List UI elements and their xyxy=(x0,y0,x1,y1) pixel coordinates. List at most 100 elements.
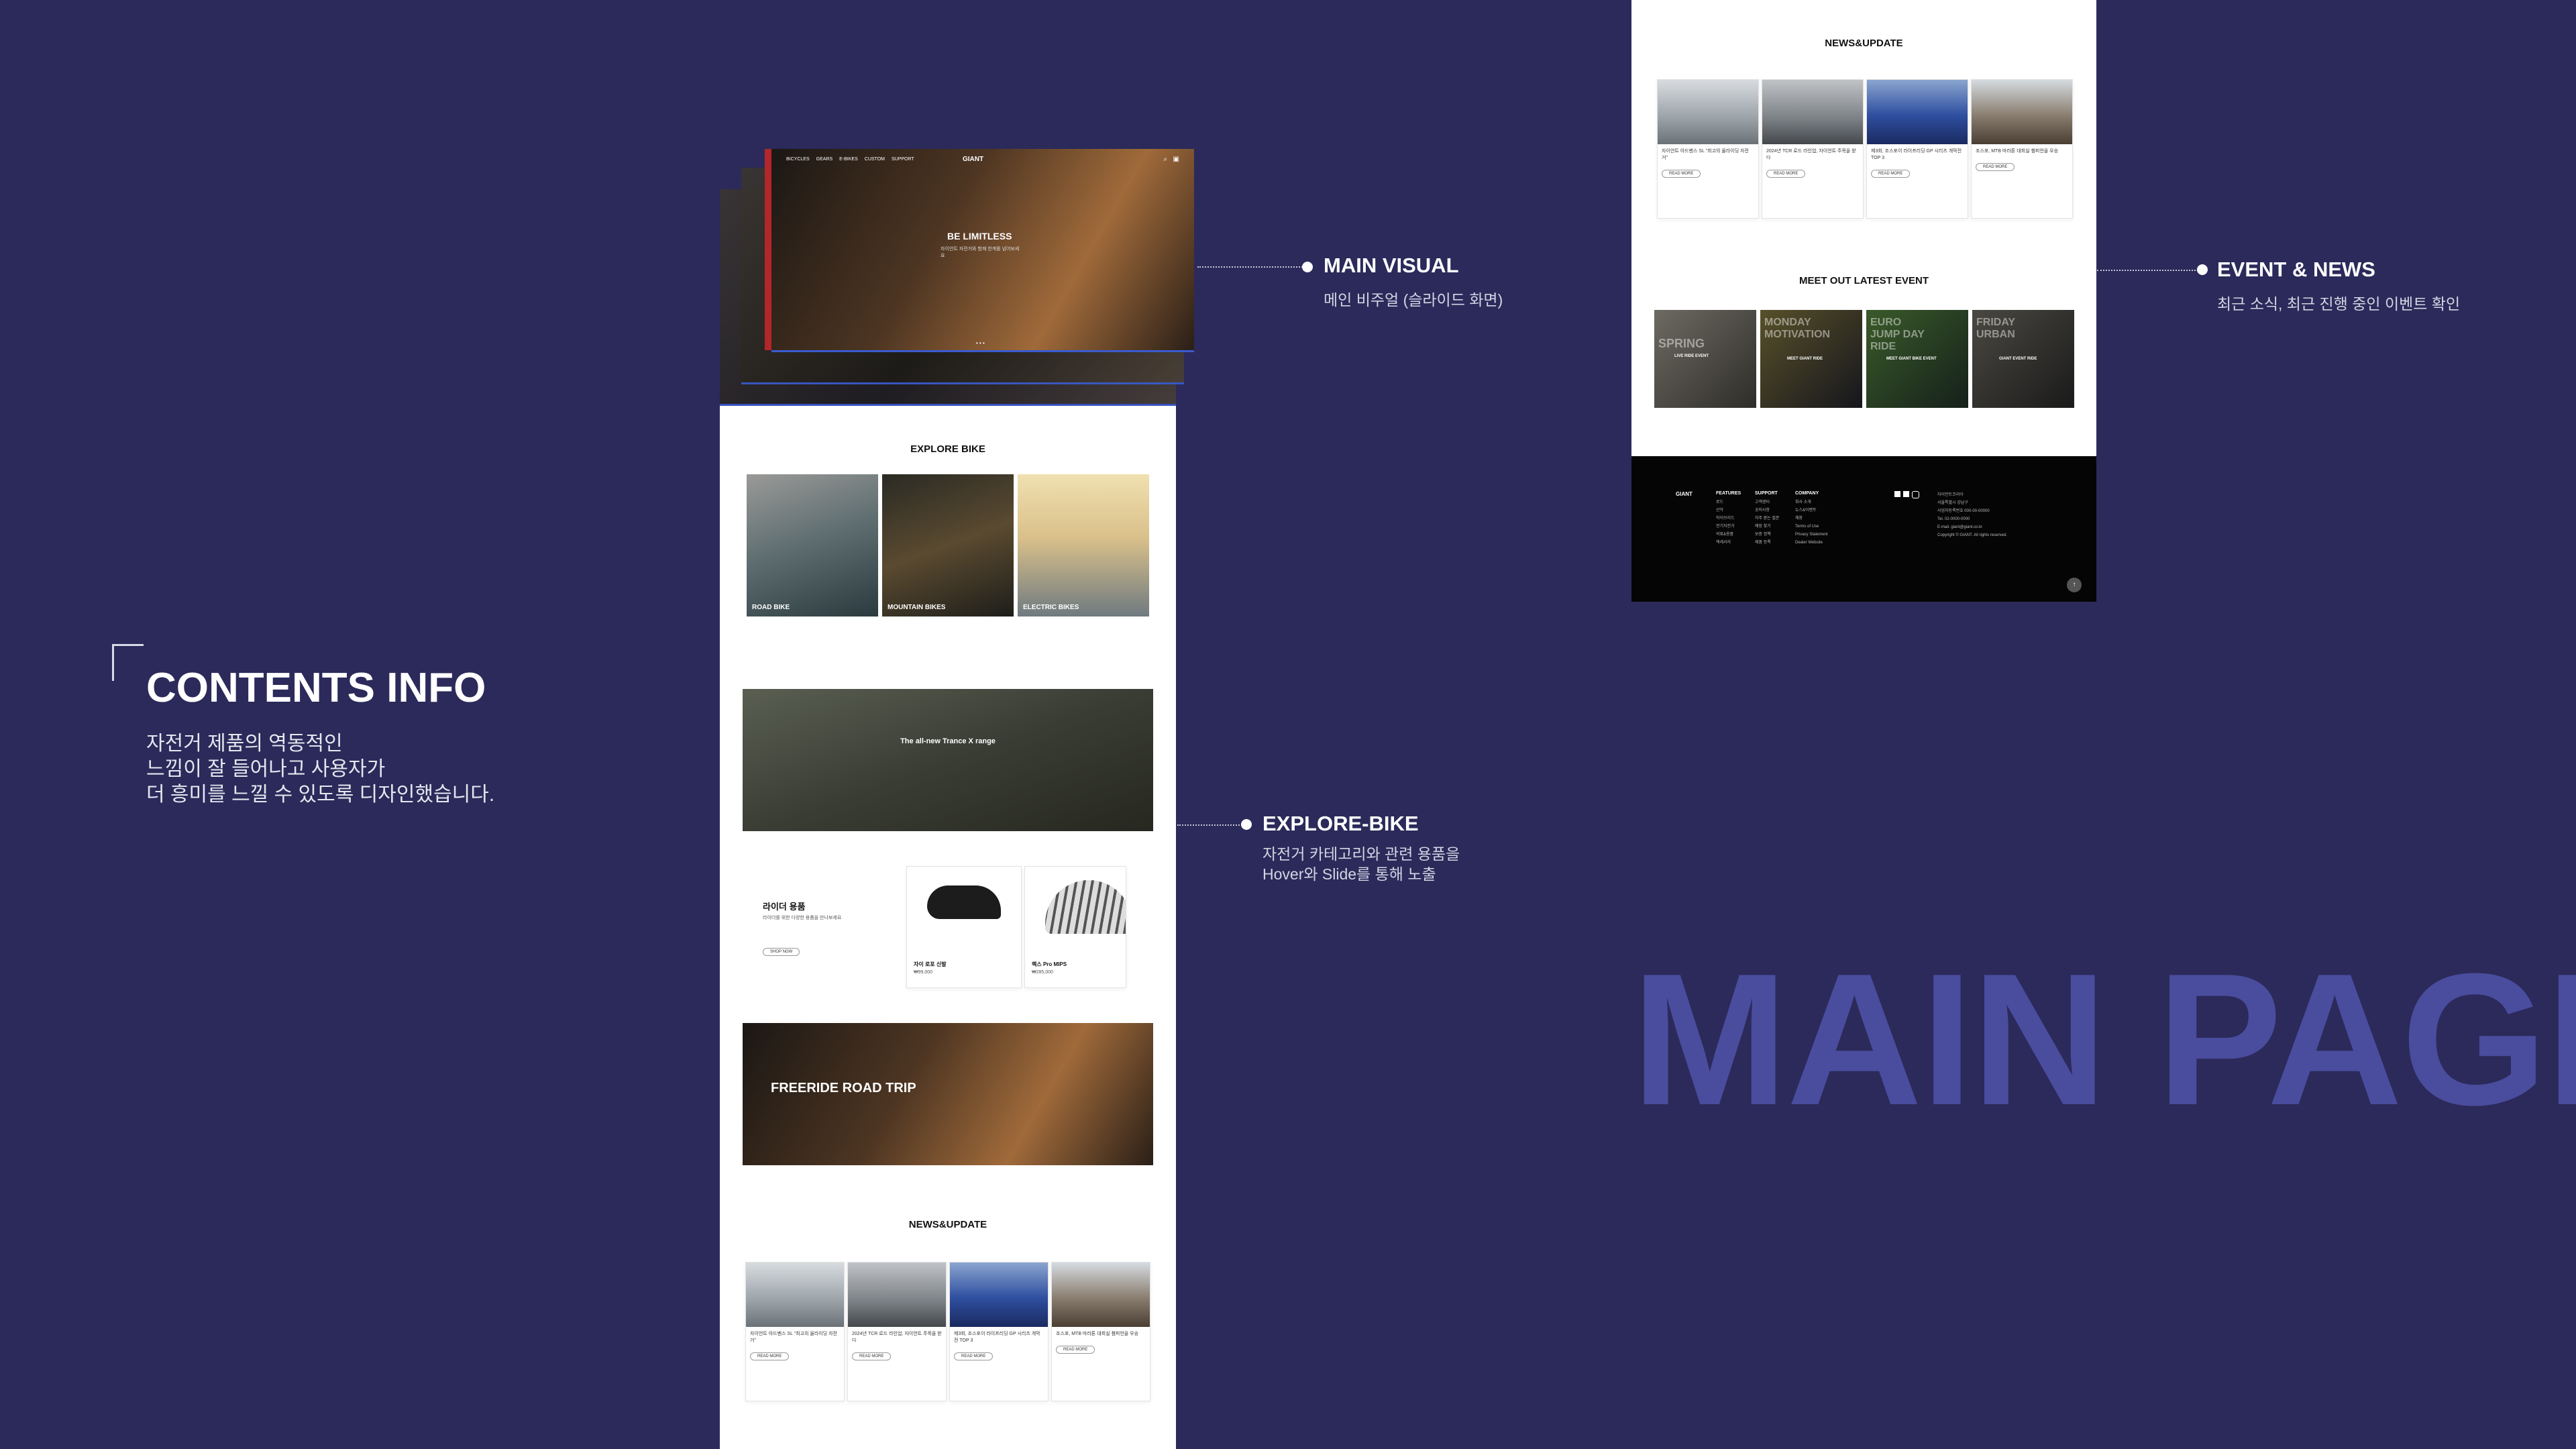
footer-link[interactable]: 공지사항 xyxy=(1755,506,1779,515)
news-card[interactable]: 조스포, MTB 마라톤 대회실 챔피언을 우승 READ MORE xyxy=(1971,79,2073,219)
freeride-banner[interactable]: FREERIDE ROAD TRIP xyxy=(743,1023,1153,1165)
presentation-slide: { "contents_info": { "title": "CONTENTS … xyxy=(0,0,2576,1449)
instagram-icon[interactable] xyxy=(1912,491,1919,498)
nav-item[interactable]: GEARS xyxy=(816,157,833,162)
footer-info-line: 서울특별시 강남구 xyxy=(1937,501,1968,505)
footer-link[interactable]: Terms of Use xyxy=(1795,523,1828,531)
news-headline: 2024년 TCR 로드 라인업, 자이언트 주목을 받다 xyxy=(852,1332,942,1343)
footer-link[interactable]: 자주 묻는 질문 xyxy=(1755,515,1779,523)
desc-line: 자전거 제품의 역동적인 xyxy=(146,733,343,755)
read-more-button[interactable]: READ MORE xyxy=(1976,163,2015,171)
news-card[interactable]: 자이언트 아드벤스 SL "최고의 올라이딩 자전거" READ MORE xyxy=(745,1262,845,1401)
youtube-icon[interactable] xyxy=(1903,491,1909,497)
desc-line: 느낌이 잘 들어나고 사용자가 xyxy=(146,758,386,780)
event-small-text: MEET GIANT BIKE EVENT xyxy=(1886,357,1937,361)
footer-link[interactable]: 의류&용품 xyxy=(1716,531,1741,539)
cart-icon[interactable]: ▣ xyxy=(1173,156,1179,163)
gear-name: 렉스 Pro MIPS xyxy=(1032,961,1067,967)
event-small-text: LIVE RIDE EVENT xyxy=(1674,354,1709,358)
banner-text: The all-new Trance X range xyxy=(900,737,996,745)
site-footer: GIANT FEATURES 로드 산악 하이브리드 전기자전거 의류&용품 액… xyxy=(1631,456,2096,602)
read-more-button[interactable]: READ MORE xyxy=(1766,170,1806,178)
footer-col: COMPANY 회사 소개 뉴스&이벤트 채용 Terms of Use Pri… xyxy=(1795,491,1828,547)
main-visual-title: MAIN VISUAL xyxy=(1324,254,1459,277)
footer-link[interactable]: 보증 정책 xyxy=(1755,531,1779,539)
trance-banner[interactable]: The all-new Trance X range xyxy=(743,689,1153,831)
connector-dot xyxy=(1241,819,1252,830)
read-more-button[interactable]: READ MORE xyxy=(1056,1346,1095,1354)
footer-link[interactable]: 액세서리 xyxy=(1716,539,1741,547)
event-card[interactable]: FRIDAY URBAN GIANT EVENT RIDE xyxy=(1972,310,2074,408)
shop-now-button[interactable]: SHOP NOW xyxy=(763,948,800,956)
footer-link[interactable]: 회사 소개 xyxy=(1795,498,1828,506)
footer-link[interactable]: 산악 xyxy=(1716,506,1741,515)
news-image xyxy=(1972,80,2072,144)
read-more-button[interactable]: READ MORE xyxy=(954,1352,994,1360)
news-headline: 제3회, 조스포이 라이프리딩 GP 시리즈 개막전 TOP 3 xyxy=(954,1332,1040,1343)
footer-info-line: Copyright © GIANT. All rights reserved. xyxy=(1937,533,2007,537)
site-logo[interactable]: GIANT xyxy=(963,156,983,163)
main-page-mockup: EXPLORE BIKE ROAD BIKE MOUNTAIN BIKES EL… xyxy=(720,406,1176,1449)
footer-logo[interactable]: GIANT xyxy=(1676,491,1693,497)
news-image xyxy=(1658,80,1758,144)
corner-bracket xyxy=(112,644,144,681)
footer-link[interactable]: 뉴스&이벤트 xyxy=(1795,506,1828,515)
event-card[interactable]: MONDAY MOTIVATION MEET GIANT RIDE xyxy=(1760,310,1862,408)
gear-card[interactable]: 렉스 Pro MIPS ₩285,000 xyxy=(1024,866,1126,988)
nav-item[interactable]: CUSTOM xyxy=(865,157,885,162)
category-label: ELECTRIC BIKES xyxy=(1023,604,1079,611)
footer-link[interactable]: Privacy Statement xyxy=(1795,531,1828,539)
desc-line: 더 흥미를 느낄 수 있도록 디자인했습니다. xyxy=(146,784,495,806)
news-card[interactable]: 자이언트 아드벤스 SL "최고의 올라이딩 자전거" READ MORE xyxy=(1657,79,1759,219)
explore-bike-desc: 자전거 카테고리와 관련 용품을 Hover와 Slide를 통해 노출 xyxy=(1263,844,1460,884)
event-big-text: FRIDAY URBAN xyxy=(1976,317,2015,340)
nav-item[interactable]: BICYCLES xyxy=(786,157,810,162)
event-big-text: MONDAY MOTIVATION xyxy=(1764,317,1831,340)
footer-link[interactable]: 고객센터 xyxy=(1755,498,1779,506)
read-more-button[interactable]: READ MORE xyxy=(750,1352,790,1360)
gear-desc: 라이더를 위한 다양한 용품을 만나보세요 xyxy=(763,916,842,920)
helmet-icon xyxy=(1045,880,1126,934)
slider-dots[interactable]: • • • xyxy=(976,340,985,346)
gear-card[interactable]: 자이 로포 신발 ₩99,000 xyxy=(906,866,1022,988)
footer-link[interactable]: 제품 등록 xyxy=(1755,539,1779,547)
news-card[interactable]: 2024년 TCR 로드 라인업, 자이언트 주목을 받다 READ MORE xyxy=(847,1262,947,1401)
footer-link[interactable]: Dealer Website xyxy=(1795,539,1828,547)
facebook-icon[interactable] xyxy=(1894,491,1900,497)
category-mountain[interactable]: MOUNTAIN BIKES xyxy=(882,474,1014,616)
nav-item[interactable]: E-BIKES xyxy=(839,157,858,162)
news-card[interactable]: 제3회, 조스포이 라이프리딩 GP 시리즈 개막전 TOP 3 READ MO… xyxy=(949,1262,1049,1401)
news-card[interactable]: 2024년 TCR 로드 라인업, 자이언트 주목을 받다 READ MORE xyxy=(1762,79,1864,219)
news-image xyxy=(848,1263,946,1327)
read-more-button[interactable]: READ MORE xyxy=(1662,170,1701,178)
gear-section: 라이더 용품 라이더를 위한 다양한 용품을 만나보세요 SHOP NOW 자이… xyxy=(743,866,1176,991)
footer-link[interactable]: 채용 xyxy=(1795,515,1828,523)
footer-link[interactable]: 로드 xyxy=(1716,498,1741,506)
event-card[interactable]: EURO JUMP DAY RIDE MEET GIANT BIKE EVENT xyxy=(1866,310,1968,408)
hero-subtitle: 자이언트 자전거와 함께 한계를 넘어보세요 xyxy=(941,247,1020,258)
hero-title: BE LIMITLESS xyxy=(947,231,1012,241)
event-big-text: EURO JUMP DAY RIDE xyxy=(1870,317,1925,352)
footer-link[interactable]: 매장 찾기 xyxy=(1755,523,1779,531)
nav-item[interactable]: SUPPORT xyxy=(892,157,914,162)
category-electric[interactable]: ELECTRIC BIKES xyxy=(1018,474,1149,616)
desc-line: 자전거 카테고리와 관련 용품을 xyxy=(1263,845,1460,863)
hero-slide-front: BICYCLES GEARS E-BIKES CUSTOM SUPPORT GI… xyxy=(771,149,1194,352)
category-road[interactable]: ROAD BIKE xyxy=(747,474,878,616)
news-card[interactable]: 조스포, MTB 마라톤 대회실 챔피언을 우승 READ MORE xyxy=(1051,1262,1150,1401)
read-more-button[interactable]: READ MORE xyxy=(852,1352,892,1360)
category-label: MOUNTAIN BIKES xyxy=(888,604,946,611)
footer-link[interactable]: 전기자전거 xyxy=(1716,523,1741,531)
contents-info-title: CONTENTS INFO xyxy=(146,665,486,711)
search-icon[interactable]: ⌕ xyxy=(1163,156,1167,163)
news-headline: 자이언트 아드벤스 SL "최고의 올라이딩 자전거" xyxy=(750,1332,837,1343)
site-nav: BICYCLES GEARS E-BIKES CUSTOM SUPPORT xyxy=(786,157,914,162)
read-more-button[interactable]: READ MORE xyxy=(1871,170,1911,178)
footer-link[interactable]: 하이브리드 xyxy=(1716,515,1741,523)
scroll-top-icon[interactable]: ↑ xyxy=(2067,578,2082,592)
event-card[interactable]: SPRING LIVE RIDE EVENT xyxy=(1654,310,1756,408)
news-card[interactable]: 제3회, 조스포이 라이프리딩 GP 시리즈 개막전 TOP 3 READ MO… xyxy=(1866,79,1968,219)
news-title: NEWS&UPDATE xyxy=(1825,38,1903,49)
main-visual-connector xyxy=(1197,266,1305,268)
news-list: 자이언트 아드벤스 SL "최고의 올라이딩 자전거" READ MORE 20… xyxy=(1657,79,2073,220)
